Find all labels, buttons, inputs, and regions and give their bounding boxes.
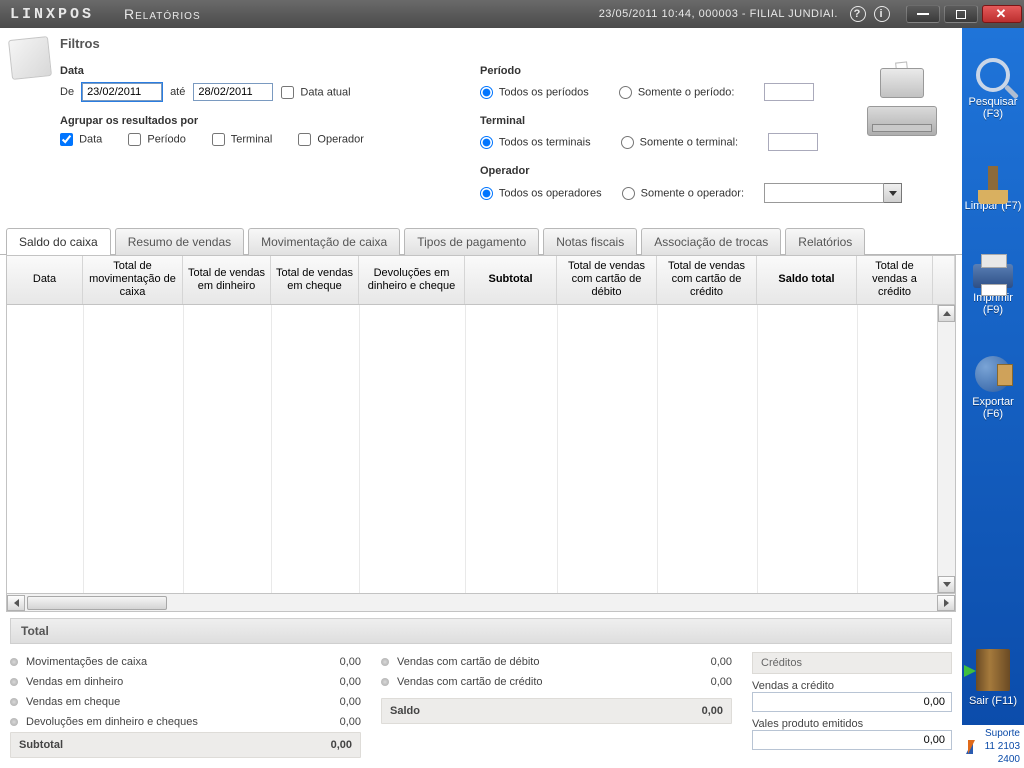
vendas-credito-label: Vendas a crédito — [752, 680, 952, 692]
totals-panel: Total Movimentações de caixa0,00 Vendas … — [0, 612, 962, 768]
col-mov: Total de movimentação de caixa — [83, 256, 183, 304]
grid-hscroll[interactable] — [6, 594, 956, 612]
group-label: Agrupar os resultados por — [60, 115, 430, 127]
tab-saldo[interactable]: Saldo do caixa — [6, 228, 111, 255]
app-brand: LINXPOS — [10, 6, 94, 23]
col-din: Total de vendas em dinheiro — [183, 256, 271, 304]
group-terminal-checkbox[interactable]: Terminal — [212, 133, 272, 146]
operador-label: Operador — [480, 165, 948, 177]
filters-title: Filtros — [60, 36, 948, 51]
total-crd-label: Vendas com cartão de crédito — [397, 676, 642, 688]
sidebar-export[interactable]: Exportar (F6) — [962, 334, 1024, 438]
total-chq-value: 0,00 — [271, 696, 361, 708]
terminal-all-radio[interactable]: Todos os terminais — [480, 136, 591, 149]
operador-combo-dropdown[interactable] — [884, 183, 902, 203]
tab-mov[interactable]: Movimentação de caixa — [248, 228, 400, 255]
sidebar-print[interactable]: Imprimir (F9) — [962, 230, 1024, 334]
total-din-label: Vendas em dinheiro — [26, 676, 271, 688]
grid-body[interactable] — [6, 305, 956, 594]
exit-door-icon — [976, 649, 1010, 691]
group-operador-checkbox[interactable]: Operador — [298, 133, 364, 146]
total-mov-label: Movimentações de caixa — [26, 656, 271, 668]
vales-produto-input[interactable] — [752, 730, 952, 750]
total-mov-value: 0,00 — [271, 656, 361, 668]
scroll-right-icon[interactable] — [937, 595, 955, 611]
printer-icon — [973, 264, 1013, 288]
total-crd-value: 0,00 — [642, 676, 732, 688]
total-deb-value: 0,00 — [642, 656, 732, 668]
periodo-one-radio[interactable]: Somente o período: — [619, 86, 735, 99]
tab-strip: Saldo do caixa Resumo de vendas Moviment… — [0, 227, 962, 255]
tab-notas[interactable]: Notas fiscais — [543, 228, 637, 255]
chevron-down-icon — [889, 191, 897, 196]
scroll-down-icon[interactable] — [938, 576, 955, 593]
sidebar-search[interactable]: Pesquisar (F3) — [962, 34, 1024, 138]
total-saldo-value: 0,00 — [633, 705, 723, 717]
total-sub-label: Subtotal — [19, 739, 262, 751]
grid-header: Data Total de movimentação de caixa Tota… — [6, 255, 956, 305]
titlebar: LINXPOS Relatórios 23/05/2011 10:44, 000… — [0, 0, 1024, 28]
vales-produto-label: Vales produto emitidos — [752, 718, 952, 730]
tab-assoc[interactable]: Associação de trocas — [641, 228, 781, 255]
col-deb: Total de vendas com cartão de débito — [557, 256, 657, 304]
creditos-header: Créditos — [752, 652, 952, 674]
sidebar-exit[interactable]: Sair (F11) — [962, 633, 1024, 725]
hscroll-thumb[interactable] — [27, 596, 167, 610]
sidebar-clear[interactable]: Limpar (F7) — [962, 138, 1024, 230]
date-to-input[interactable] — [193, 83, 273, 101]
total-dev-value: 0,00 — [271, 716, 361, 728]
search-icon — [976, 58, 1010, 92]
totals-title: Total — [10, 618, 952, 644]
date-from-input[interactable] — [82, 83, 162, 101]
total-deb-label: Vendas com cartão de débito — [397, 656, 642, 668]
de-label: De — [60, 86, 74, 98]
total-saldo-label: Saldo — [390, 705, 633, 717]
col-saldo: Saldo total — [757, 256, 857, 304]
right-sidebar: Pesquisar (F3) Limpar (F7) Imprimir (F9)… — [962, 28, 1024, 768]
group-data-checkbox[interactable]: Data — [60, 133, 102, 146]
minimize-button[interactable] — [906, 5, 940, 23]
info-icon[interactable]: i — [874, 6, 890, 22]
vendas-credito-input[interactable] — [752, 692, 952, 712]
ate-label: até — [170, 86, 185, 98]
page-icon — [8, 36, 52, 80]
periodo-input[interactable] — [764, 83, 814, 101]
operador-combo-input[interactable] — [764, 183, 884, 203]
broom-icon — [988, 166, 998, 196]
tab-resumo[interactable]: Resumo de vendas — [115, 228, 244, 255]
app-section: Relatórios — [124, 6, 201, 22]
scroll-up-icon[interactable] — [938, 305, 955, 322]
operador-one-radio[interactable]: Somente o operador: — [622, 187, 744, 200]
support-icon — [966, 740, 975, 754]
tab-relat[interactable]: Relatórios — [785, 228, 865, 255]
total-dev-label: Devoluções em dinheiro e cheques — [26, 716, 271, 728]
help-icon[interactable]: ? — [850, 6, 866, 22]
col-crecard: Total de vendas com cartão de crédito — [657, 256, 757, 304]
export-icon — [975, 356, 1011, 392]
terminal-one-radio[interactable]: Somente o terminal: — [621, 136, 739, 149]
col-data: Data — [7, 256, 83, 304]
periodo-all-radio[interactable]: Todos os períodos — [480, 86, 589, 99]
total-chq-label: Vendas em cheque — [26, 696, 271, 708]
col-sub: Subtotal — [465, 256, 557, 304]
status-text: 23/05/2011 10:44, 000003 - FILIAL JUNDIA… — [599, 8, 838, 20]
col-chq: Total de vendas em cheque — [271, 256, 359, 304]
total-sub-value: 0,00 — [262, 739, 352, 751]
scroll-left-icon[interactable] — [7, 595, 25, 611]
grid-vscroll[interactable] — [937, 305, 955, 593]
total-din-value: 0,00 — [271, 676, 361, 688]
tab-tipos[interactable]: Tipos de pagamento — [404, 228, 539, 255]
cash-register-icon — [862, 66, 942, 136]
data-label: Data — [60, 65, 430, 77]
col-dev: Devoluções em dinheiro e cheque — [359, 256, 465, 304]
support-footer: Suporte 11 2103 2400 — [962, 725, 1024, 768]
filters-panel: Filtros Data De até Data atual — [0, 28, 962, 227]
terminal-input[interactable] — [768, 133, 818, 151]
group-periodo-checkbox[interactable]: Período — [128, 133, 186, 146]
operador-all-radio[interactable]: Todos os operadores — [480, 187, 602, 200]
maximize-button[interactable] — [944, 5, 978, 23]
data-atual-checkbox[interactable]: Data atual — [281, 86, 350, 99]
col-cred: Total de vendas a crédito — [857, 256, 933, 304]
close-button[interactable]: ✕ — [982, 5, 1022, 23]
